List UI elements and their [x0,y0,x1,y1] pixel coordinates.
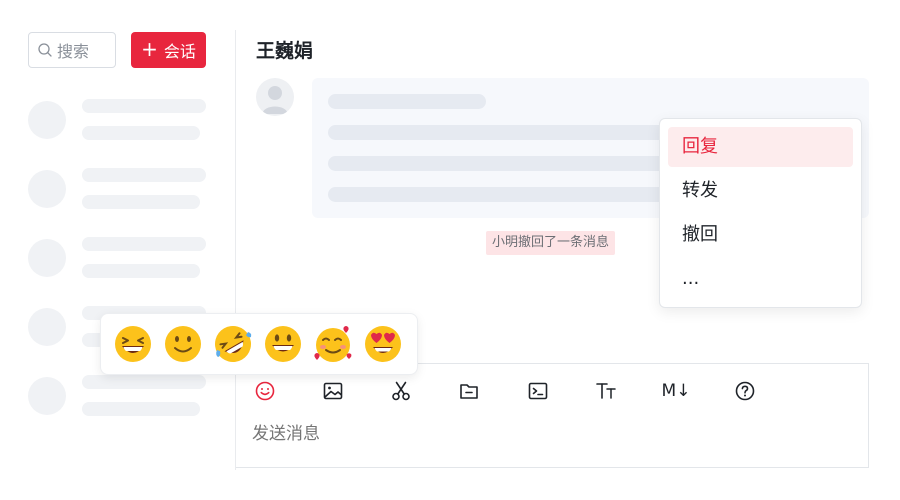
rolling-on-floor-laughing-icon[interactable] [213,324,253,364]
message-input[interactable] [252,424,832,444]
skeleton-line [82,99,206,113]
scissors-icon [392,381,410,401]
screenshot-button[interactable] [388,378,414,404]
grinning-face-big-eyes-icon[interactable] [263,324,303,364]
menu-item-forward[interactable]: 转发 [668,171,853,211]
smiling-face-with-hearts-icon[interactable] [313,324,353,364]
plus-icon: + [141,37,158,61]
chat-title: 王巍娟 [256,40,314,62]
image-icon [323,382,343,400]
emoji-button[interactable] [252,378,278,404]
new-chat-label: 会话 [163,42,196,61]
skeleton-line [82,375,206,389]
skeleton-line [82,168,206,182]
conversation-skeleton[interactable] [28,168,208,212]
menu-item-reply[interactable]: 回复 [668,127,853,167]
help-icon [735,381,755,401]
conversation-skeleton[interactable] [28,99,208,143]
menu-item-more[interactable]: ... [668,259,853,299]
image-button[interactable] [320,378,346,404]
search-placeholder: 搜索 [57,42,90,61]
emoji-panel [100,313,418,375]
file-button[interactable] [456,378,482,404]
avatar-placeholder [28,101,66,139]
avatar[interactable] [256,78,294,116]
recall-notice: 小明撤回了一条消息 [486,231,616,255]
new-chat-button[interactable]: + 会话 [131,32,206,68]
grinning-squinting-face-icon[interactable] [113,324,153,364]
skeleton-line [328,187,668,202]
avatar-placeholder [28,377,66,415]
skeleton-line [82,402,200,416]
conversation-skeleton[interactable] [28,237,208,281]
message-composer: M↓ [236,363,869,468]
avatar-placeholder [28,239,66,277]
avatar-placeholder [28,170,66,208]
user-icon [262,86,288,114]
skeleton-line [82,126,200,140]
markdown-icon: M↓ [661,381,691,401]
help-button[interactable] [732,378,758,404]
code-button[interactable] [525,378,551,404]
composer-toolbar: M↓ [236,378,868,406]
text-format-button[interactable] [593,378,619,404]
conversation-skeleton[interactable] [28,375,208,419]
folder-icon [460,384,478,399]
skeleton-line [328,125,668,140]
context-menu: 回复 转发 撤回 ... [659,118,862,308]
menu-item-recall[interactable]: 撤回 [668,215,853,255]
slightly-smiling-face-icon[interactable] [163,324,203,364]
avatar-placeholder [28,308,66,346]
skeleton-line [82,195,200,209]
search-input[interactable]: 搜索 [28,32,116,68]
markdown-button[interactable]: M↓ [661,378,691,404]
skeleton-line [328,94,486,109]
emoji-icon [255,381,275,401]
skeleton-line [82,237,206,251]
search-icon [38,43,52,57]
skeleton-line [82,264,200,278]
text-format-icon [596,383,616,399]
heart-eyes-face-icon[interactable] [363,324,403,364]
skeleton-line [328,156,668,171]
terminal-icon [528,382,548,400]
